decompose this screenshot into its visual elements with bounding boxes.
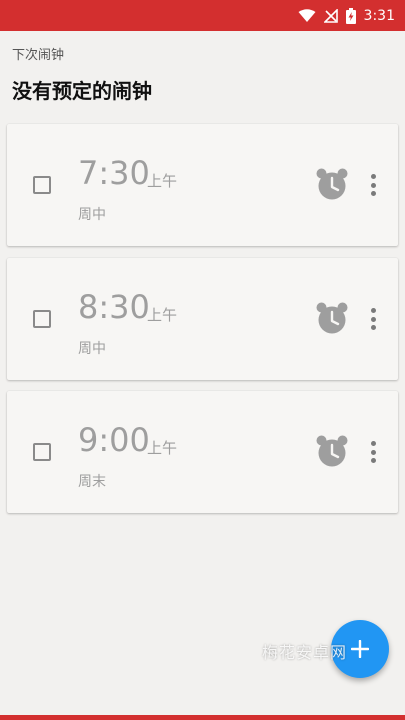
- alarm-card[interactable]: 7:30 上午 周中: [7, 124, 398, 246]
- alarm-ampm: 上午: [147, 439, 178, 457]
- battery-charging-icon: [345, 7, 356, 24]
- alarm-clock-icon[interactable]: [316, 434, 348, 468]
- status-bar: 3:31: [0, 0, 405, 31]
- alarm-enable-checkbox[interactable]: [33, 310, 51, 328]
- alarm-ampm: 上午: [147, 306, 178, 324]
- wifi-icon: [298, 8, 316, 22]
- alarm-time[interactable]: 8:30: [78, 288, 150, 326]
- more-vert-icon[interactable]: [363, 437, 383, 467]
- no-signal-icon: [323, 8, 338, 23]
- alarm-repeat[interactable]: 周中: [78, 338, 106, 358]
- next-alarm-status: 没有预定的闹钟: [12, 79, 152, 103]
- alarm-ampm: 上午: [147, 172, 178, 190]
- alarm-time[interactable]: 7:30: [78, 154, 150, 192]
- alarm-enable-checkbox[interactable]: [33, 176, 51, 194]
- alarm-repeat[interactable]: 周末: [78, 471, 106, 491]
- alarm-card[interactable]: 8:30 上午 周中: [7, 258, 398, 380]
- alarm-clock-icon[interactable]: [316, 167, 348, 201]
- alarm-enable-checkbox[interactable]: [33, 443, 51, 461]
- more-vert-icon[interactable]: [363, 304, 383, 334]
- bottom-accent-bar: [0, 715, 405, 720]
- status-time: 3:31: [363, 7, 395, 24]
- next-alarm-label: 下次闹钟: [12, 48, 65, 63]
- header: 下次闹钟 没有预定的闹钟: [12, 44, 152, 104]
- alarm-card[interactable]: 9:00 上午 周末: [7, 391, 398, 513]
- alarm-clock-icon[interactable]: [316, 301, 348, 335]
- alarm-time[interactable]: 9:00: [78, 421, 150, 459]
- alarm-repeat[interactable]: 周中: [78, 204, 106, 224]
- plus-icon: [351, 640, 369, 658]
- more-vert-icon[interactable]: [363, 170, 383, 200]
- watermark: 梅花安卓网: [262, 643, 348, 662]
